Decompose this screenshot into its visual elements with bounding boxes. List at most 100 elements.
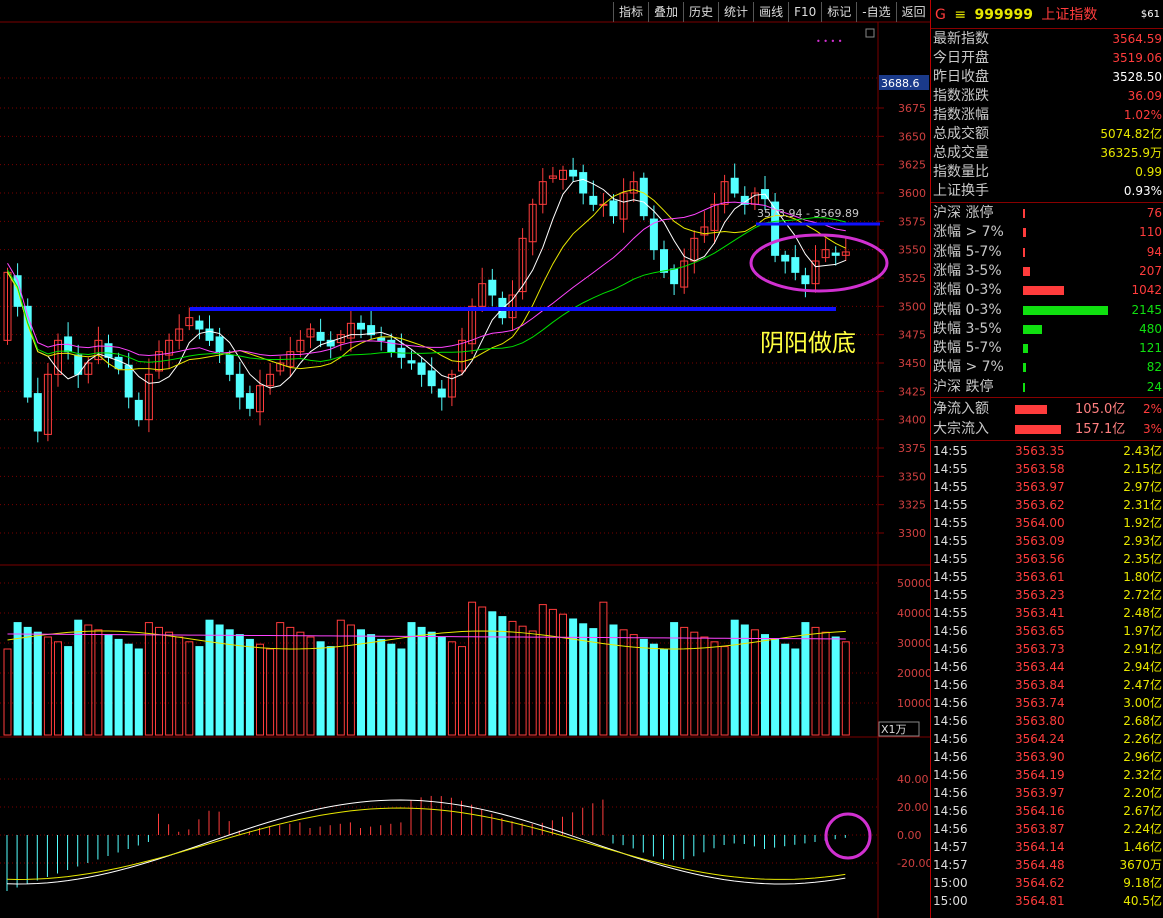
volume-bar: [377, 638, 386, 736]
quote-label: 指数量比: [933, 164, 989, 180]
panel-toggle-icon[interactable]: [865, 28, 875, 38]
tick-volume: 2.26亿: [1123, 732, 1162, 746]
tick-row: 14:55 3563.35 2.43亿: [933, 442, 1162, 460]
breadth-value: 207: [1139, 263, 1162, 278]
tick-time: 14:56: [933, 822, 968, 836]
quote-label: 今日开盘: [933, 50, 989, 66]
tick-volume: 2.35亿: [1123, 552, 1162, 566]
candle: [94, 326, 103, 365]
breadth-value: 2145: [1131, 302, 1162, 317]
candle-body: [417, 362, 426, 375]
tick-row: 14:56 3564.19 2.32亿: [933, 766, 1162, 784]
annotation-text: 阴阳做底: [760, 329, 856, 357]
candle: [771, 193, 780, 263]
tick-time: 15:00: [933, 876, 968, 890]
volume-bar: [761, 634, 769, 736]
volume-bar: [23, 626, 32, 736]
candle: [377, 326, 386, 351]
breadth-label: 沪深 涨停: [933, 205, 994, 221]
candle: [579, 164, 588, 205]
volume-bar: [639, 638, 648, 736]
tick-price: 3564.16: [1015, 804, 1065, 818]
quote-value: 0.99: [1135, 165, 1162, 179]
volume-bar: [690, 631, 699, 736]
candle: [508, 280, 517, 331]
toolbar-stats-button[interactable]: 统计: [718, 2, 753, 22]
toolbar-watchlist-button[interactable]: -自选: [856, 2, 895, 22]
tick-row: 14:56 3563.65 1.97亿: [933, 622, 1162, 640]
candle: [569, 157, 578, 182]
candle-body: [569, 169, 578, 177]
tick-time: 14:55: [933, 606, 968, 620]
toolbar-mark-button[interactable]: 标记: [821, 2, 856, 22]
candle: [447, 369, 456, 407]
tick-volume: 2.47亿: [1123, 678, 1162, 692]
quote-value: 1.02%: [1123, 108, 1162, 122]
candle-body: [730, 177, 739, 194]
volume-bar: [114, 638, 123, 736]
breadth-row: 涨幅 5-7% 94: [933, 243, 1162, 262]
tick-volume: 2.20亿: [1123, 786, 1162, 800]
toolbar-overlay-button[interactable]: 叠加: [648, 2, 683, 22]
candle: [781, 250, 790, 274]
volume-bar: [750, 629, 759, 736]
volume-bar: [771, 638, 780, 736]
volume-bar: [33, 631, 42, 736]
toolbar-draw-button[interactable]: 画线: [753, 2, 788, 22]
candle: [821, 238, 830, 263]
tick-price: 3563.97: [1015, 480, 1065, 494]
volume-bar: [144, 622, 153, 736]
range-label: 3573.94 - 3569.89: [757, 207, 859, 220]
volume-bar: [508, 620, 517, 736]
toolbar-indicator-button[interactable]: 指标: [613, 2, 648, 22]
price-tick-label: 3425: [898, 385, 926, 398]
volume-bar: [801, 622, 810, 736]
breadth-value: 480: [1139, 321, 1162, 336]
volume-bar: [791, 648, 800, 736]
candle: [528, 198, 537, 256]
candle: [74, 344, 83, 388]
tick-time: 14:55: [933, 534, 968, 548]
tick-time: 14:57: [933, 858, 968, 872]
tick-volume: 2.24亿: [1123, 822, 1162, 836]
tick-volume: 2.97亿: [1123, 480, 1162, 494]
candle-body: [407, 360, 416, 364]
volume-bar: [296, 631, 305, 736]
volume-bar: [357, 629, 365, 736]
toolbar-back-button[interactable]: 返回: [895, 2, 931, 22]
breadth-row: 沪深 涨停 76: [933, 204, 1162, 223]
volume-bar: [538, 604, 547, 736]
candle-body: [488, 279, 497, 296]
volume-bar: [185, 641, 194, 736]
volume-bar: [417, 626, 426, 736]
volume-tick-label: 10000: [897, 697, 930, 710]
price-tick-label: 3325: [898, 499, 926, 512]
breadth-row: 跌幅 0-3% 2145: [933, 301, 1162, 320]
volume-bar: [468, 601, 477, 736]
candle: [700, 211, 709, 243]
tick-volume: 2.48亿: [1123, 606, 1162, 620]
candle: [639, 172, 648, 221]
toolbar-f10-button[interactable]: F10: [788, 2, 821, 22]
breadth-row: 跌幅 3-5% 480: [933, 320, 1162, 339]
volume-bars: [3, 601, 850, 736]
candle: [488, 268, 497, 307]
candle-body: [589, 195, 598, 205]
candle: [336, 330, 345, 351]
kline-chart-area[interactable]: 3675 3650 3625 3600 3575 3550 3525 3500 3475 3450…: [0, 0, 930, 918]
tick-price: 3563.62: [1015, 498, 1065, 512]
breadth-bar: [1023, 286, 1064, 296]
volume-bar: [458, 646, 466, 736]
breadth-label: 跌幅 > 7%: [933, 359, 1004, 376]
tick-price: 3563.09: [1015, 534, 1065, 548]
volume-bar: [609, 624, 618, 736]
tick-time: 14:56: [933, 750, 968, 764]
menu-icon[interactable]: ≡: [954, 7, 966, 23]
candle: [801, 267, 810, 298]
candle-body: [801, 275, 810, 285]
tick-volume: 2.72亿: [1123, 588, 1162, 602]
quote-label: 指数涨跌: [933, 88, 989, 104]
tick-price: 3563.58: [1015, 462, 1065, 476]
candle-body: [831, 252, 840, 256]
toolbar-history-button[interactable]: 历史: [683, 2, 718, 22]
